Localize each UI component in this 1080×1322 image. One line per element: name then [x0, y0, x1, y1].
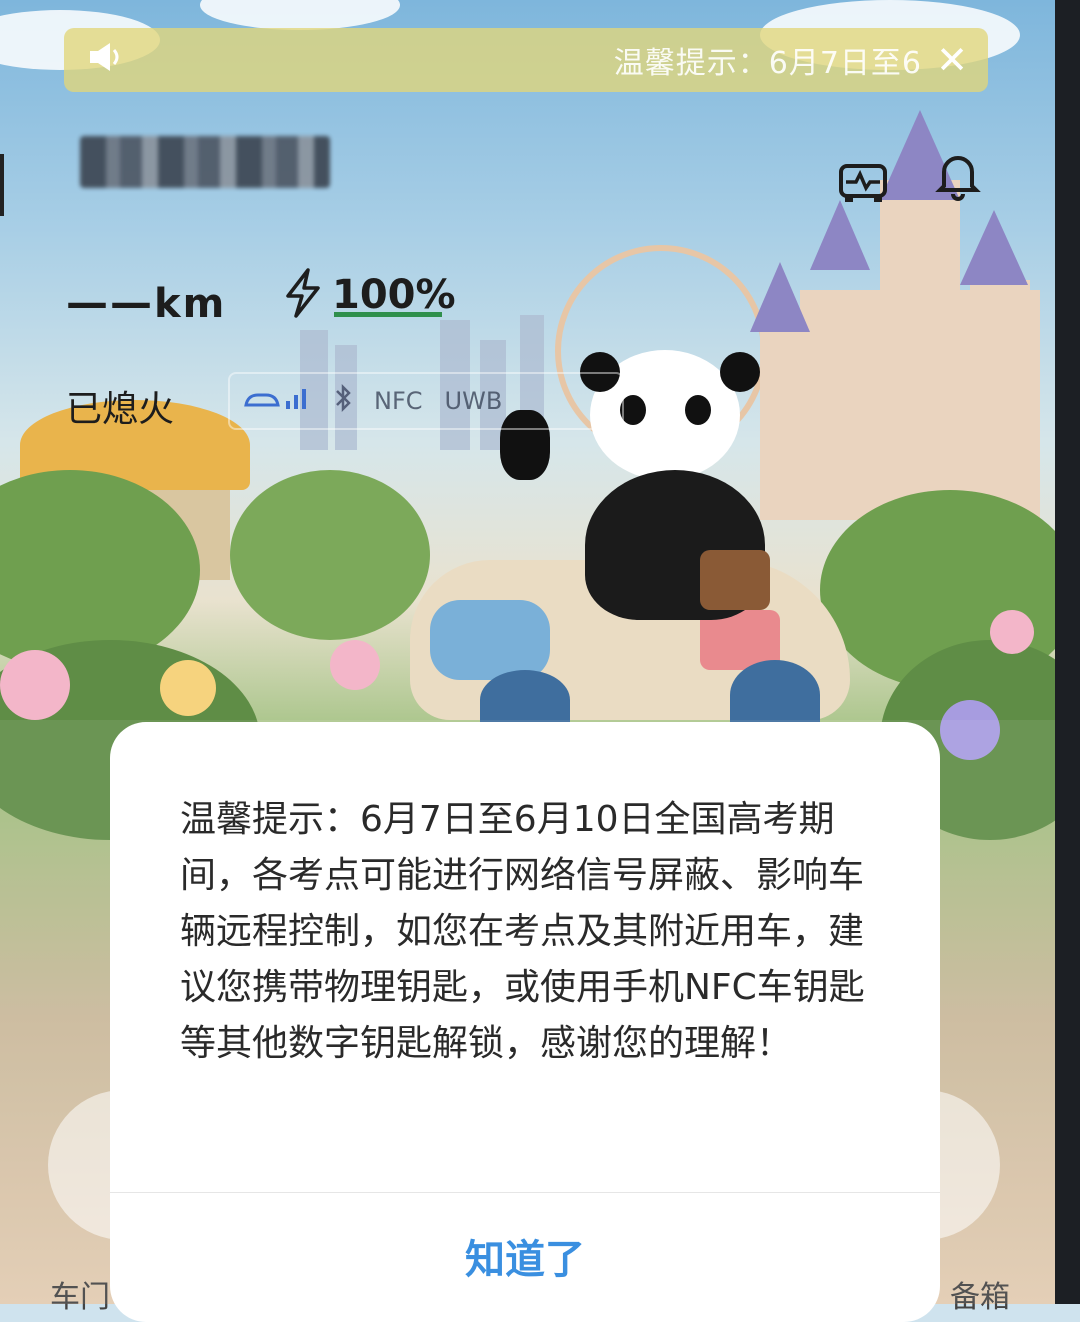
uwb-label: UWB	[444, 387, 503, 415]
screen-edge	[1055, 0, 1080, 1304]
vehicle-name-blurred[interactable]	[80, 136, 330, 188]
range-readout: ——km	[66, 278, 226, 327]
range-unit: km	[154, 281, 227, 327]
bell-icon[interactable]	[930, 148, 986, 204]
drawer-handle[interactable]	[0, 154, 4, 216]
nfc-label: NFC	[374, 387, 423, 415]
dialog-divider	[110, 1192, 940, 1193]
lightning-icon	[282, 268, 324, 322]
engine-state: 已熄火	[66, 389, 175, 430]
bluetooth-icon	[334, 383, 352, 419]
car-signal-icon	[242, 383, 312, 420]
vehicle-health-icon[interactable]	[836, 152, 892, 208]
range-value: ——	[66, 278, 154, 327]
dialog-message: 温馨提示：6月7日至6月10日全国高考期间，各考点可能进行网络信号屏蔽、影响车辆…	[180, 799, 865, 1064]
acknowledge-button[interactable]: 知道了	[110, 1227, 940, 1285]
battery-level-bar	[334, 312, 442, 317]
close-icon[interactable]: ✕	[930, 38, 974, 82]
notice-dialog: 温馨提示：6月7日至6月10日全国高考期间，各考点可能进行网络信号屏蔽、影响车辆…	[110, 722, 940, 1322]
notice-banner[interactable]: 温馨提示：6月7日至6 ✕	[64, 28, 988, 92]
battery-level-fill	[334, 312, 442, 317]
speaker-icon	[86, 40, 126, 81]
notice-text: 温馨提示：6月7日至6	[613, 46, 922, 81]
connectivity-row[interactable]: NFC UWB	[228, 372, 624, 430]
